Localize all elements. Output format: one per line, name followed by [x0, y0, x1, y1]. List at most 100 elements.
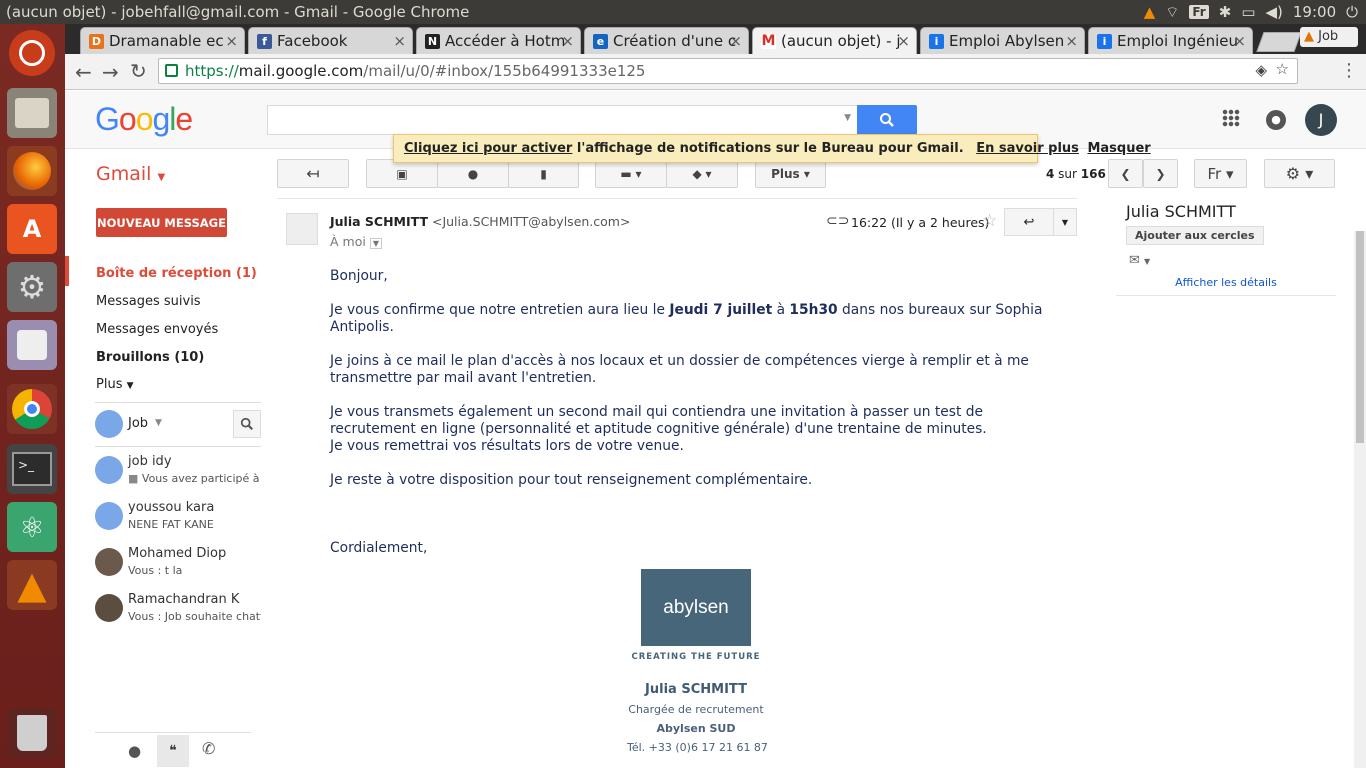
gmail-icon: M: [761, 33, 776, 49]
google-logo[interactable]: Google: [95, 101, 193, 138]
more-actions-button[interactable]: Plus ▾: [755, 159, 826, 188]
close-tab-icon[interactable]: ×: [897, 32, 910, 50]
phone-icon[interactable]: ✆: [202, 739, 215, 758]
delete-button[interactable]: ▮: [508, 159, 579, 188]
archive-button[interactable]: ▣: [366, 159, 438, 188]
star-icon[interactable]: ☆: [982, 211, 997, 231]
tab-facebook[interactable]: f Facebook ×: [248, 27, 413, 54]
tab-hotmail[interactable]: N Accéder à Hotm ×: [416, 27, 581, 54]
webcam-app-icon[interactable]: [7, 320, 57, 370]
nav-sent[interactable]: Messages envoyés: [96, 322, 218, 337]
paragraph-2: Je joins à ce mail le plan d'accès à nos…: [330, 353, 1029, 386]
volume-icon[interactable]: ◀): [1266, 3, 1283, 21]
newer-button[interactable]: ❮: [1108, 159, 1143, 188]
search-icon: [880, 113, 894, 127]
search-input[interactable]: ▼: [267, 105, 858, 135]
older-button[interactable]: ❯: [1143, 159, 1178, 188]
recipient-line[interactable]: À moi ▼: [330, 234, 382, 249]
sender-name[interactable]: Julia SCHMITT: [330, 214, 428, 229]
learn-more-link[interactable]: En savoir plus: [976, 141, 1079, 156]
firefox-icon[interactable]: [7, 146, 57, 196]
close-tab-icon[interactable]: ×: [729, 32, 742, 50]
nav-drafts[interactable]: Brouillons (10): [96, 350, 204, 365]
chat-contact[interactable]: Mohamed Diop Vous : t la: [95, 546, 265, 586]
bluetooth-icon[interactable]: ✱: [1219, 3, 1232, 21]
new-tab-button[interactable]: [1256, 32, 1302, 52]
spam-icon: ●: [467, 166, 479, 181]
profile-button[interactable]: ▲ Job: [1300, 27, 1358, 47]
close-tab-icon[interactable]: ×: [1233, 32, 1246, 50]
back-icon[interactable]: ←: [75, 60, 92, 84]
show-details-link[interactable]: Afficher les détails: [1116, 276, 1336, 289]
wifi-icon[interactable]: ⌔: [1165, 3, 1179, 22]
close-tab-icon[interactable]: ×: [393, 32, 406, 50]
close-tab-icon[interactable]: ×: [561, 32, 574, 50]
nav-inbox[interactable]: Boîte de réception (1): [96, 266, 257, 281]
gmail-switcher[interactable]: Gmail ▼: [96, 163, 165, 185]
hide-banner-link[interactable]: Masquer: [1087, 141, 1150, 156]
account-avatar[interactable]: J: [1305, 104, 1337, 136]
close-tab-icon[interactable]: ×: [1065, 32, 1078, 50]
chat-self[interactable]: Job ▼: [95, 410, 255, 438]
notifications-bell-icon[interactable]: ●: [1266, 110, 1286, 130]
forward-icon[interactable]: →: [102, 60, 119, 84]
reply-button[interactable]: ↩: [1004, 208, 1054, 236]
clock[interactable]: 19:00: [1293, 3, 1336, 21]
tab-creation[interactable]: e Création d'une c ×: [584, 27, 749, 54]
add-to-circles-button[interactable]: Ajouter aux cercles: [1126, 226, 1264, 245]
files-icon[interactable]: [7, 88, 57, 138]
folder-icon: ▬ ▾: [620, 166, 642, 181]
address-bar[interactable]: https://mail.google.com/mail/u/0/#inbox/…: [158, 58, 1298, 84]
trash-icon[interactable]: [7, 708, 57, 758]
report-spam-button[interactable]: ●: [437, 159, 509, 188]
atom-icon[interactable]: ⚛: [7, 502, 57, 552]
profile-icon: ▲: [1304, 29, 1314, 44]
enable-notifications-link[interactable]: Cliquez ici pour activer: [404, 141, 572, 156]
input-tools-button[interactable]: Fr ▾: [1194, 159, 1247, 188]
labels-button[interactable]: ◆ ▾: [666, 159, 738, 188]
secure-lock-icon: [165, 64, 178, 77]
recipient-details-icon[interactable]: ▼: [369, 238, 382, 249]
more-options-button[interactable]: ▼: [1053, 208, 1077, 236]
search-options-icon[interactable]: ▼: [844, 113, 851, 123]
keyboard-layout-indicator[interactable]: Fr: [1189, 5, 1209, 19]
vlc-icon[interactable]: ▲: [7, 560, 57, 610]
chat-contact[interactable]: youssou kara NENE FAT KANE: [95, 500, 265, 540]
reload-icon[interactable]: ↻: [130, 59, 147, 83]
desktop-notification-banner: Cliquez ici pour activer l'affichage de …: [393, 134, 1151, 163]
extension-icon[interactable]: ◈: [1255, 61, 1267, 79]
chat-contact[interactable]: Ramachandran K Vous : Job souhaite chatte…: [95, 592, 265, 632]
search-button[interactable]: [857, 105, 917, 135]
settings-button[interactable]: ⚙ ▾: [1264, 159, 1335, 188]
nav-starred[interactable]: Messages suivis: [96, 294, 201, 309]
battery-icon[interactable]: ▭: [1241, 3, 1255, 21]
ubuntu-dash-icon[interactable]: [9, 30, 55, 76]
power-icon[interactable]: ⏻: [1346, 3, 1358, 21]
tab-emploi-abylsen[interactable]: i Emploi Abylsen ×: [920, 27, 1085, 54]
hangouts-icon[interactable]: ❝: [157, 735, 189, 767]
sender-line: Julia SCHMITT <Julia.SCHMITT@abylsen.com…: [330, 214, 630, 229]
bookmark-star-icon[interactable]: ☆: [1276, 60, 1289, 78]
tab-gmail[interactable]: M (aucun objet) - j ×: [752, 27, 917, 54]
software-center-icon[interactable]: A: [7, 204, 57, 254]
page-scrollbar[interactable]: [1354, 231, 1366, 768]
move-to-button[interactable]: ▬ ▾: [595, 159, 667, 188]
chrome-icon[interactable]: [7, 384, 57, 434]
compose-button[interactable]: NOUVEAU MESSAGE: [96, 208, 227, 237]
person-icon[interactable]: ●: [128, 742, 141, 760]
tab-dramanable[interactable]: D Dramanable ec ×: [80, 27, 245, 54]
back-to-inbox-button[interactable]: ↤: [277, 159, 349, 188]
nav-more[interactable]: Plus ▼: [96, 377, 134, 392]
menu-icon[interactable]: ⋮: [1340, 60, 1358, 81]
scrollbar-thumb[interactable]: [1356, 231, 1364, 443]
terminal-icon[interactable]: >_: [7, 444, 57, 494]
tab-emploi-ingenieur[interactable]: i Emploi Ingénieu ×: [1088, 27, 1253, 54]
info-icon: i: [929, 34, 944, 49]
system-settings-icon[interactable]: ⚙: [7, 262, 57, 312]
apps-grid-icon[interactable]: [1222, 109, 1240, 127]
vlc-tray-icon[interactable]: ▲: [1144, 3, 1156, 21]
close-tab-icon[interactable]: ×: [225, 32, 238, 50]
chat-contact[interactable]: job idy■ Vous avez participé à un: [95, 454, 265, 494]
email-contact-icon[interactable]: ✉ ▼: [1129, 253, 1150, 268]
chat-search-button[interactable]: [233, 410, 261, 438]
